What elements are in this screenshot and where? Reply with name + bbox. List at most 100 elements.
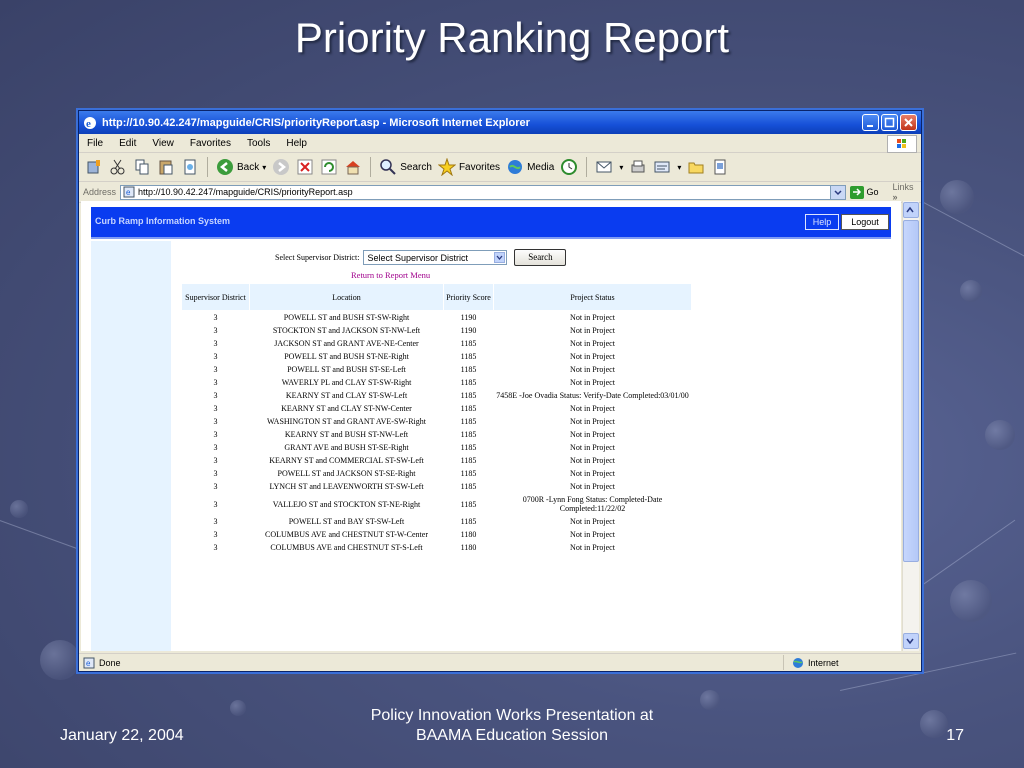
cell-district: 3 bbox=[213, 530, 218, 539]
edit-page-icon[interactable] bbox=[653, 158, 671, 176]
cut-icon[interactable] bbox=[109, 158, 127, 176]
maximize-button[interactable] bbox=[881, 114, 898, 131]
cell-district: 3 bbox=[213, 456, 218, 465]
cell-location: GRANT AVE and BUSH ST-SE-Right bbox=[284, 443, 409, 452]
scroll-up-button[interactable] bbox=[903, 202, 919, 218]
scroll-down-button[interactable] bbox=[903, 633, 919, 649]
menu-help[interactable]: Help bbox=[286, 138, 307, 149]
cell-location: POWELL ST and BUSH ST-NE-Right bbox=[284, 352, 409, 361]
history-icon[interactable] bbox=[560, 158, 578, 176]
back-dropdown-icon[interactable]: ▾ bbox=[262, 163, 266, 172]
back-label: Back bbox=[237, 161, 260, 173]
go-button[interactable]: Go bbox=[849, 185, 879, 199]
district-search-button[interactable]: Search bbox=[514, 249, 567, 266]
search-button[interactable]: Search bbox=[379, 158, 432, 176]
edit-icon[interactable] bbox=[85, 158, 103, 176]
cell-district: 3 bbox=[213, 326, 218, 335]
forward-arrow-icon[interactable] bbox=[272, 158, 290, 176]
table-row: 3 KEARNY ST and CLAY ST-SW-Left 1185 7458E … bbox=[182, 389, 692, 402]
cell-district: 3 bbox=[213, 443, 218, 452]
address-input[interactable]: e http://10.90.42.247/mapguide/CRIS/prio… bbox=[120, 184, 846, 200]
chevron-down-icon bbox=[834, 189, 842, 195]
browser-toolbar: Back ▾ Search Favorites Media ▾ ▾ bbox=[79, 153, 921, 182]
refresh-icon[interactable] bbox=[320, 158, 338, 176]
menu-tools[interactable]: Tools bbox=[247, 138, 270, 149]
maximize-icon bbox=[884, 117, 895, 128]
menu-favorites[interactable]: Favorites bbox=[190, 138, 231, 149]
cell-district: 3 bbox=[213, 417, 218, 426]
cell-project-status: Not in Project bbox=[570, 352, 615, 361]
address-dropdown-button[interactable] bbox=[829, 185, 845, 199]
table-row: 3 POWELL ST and BAY ST-SW-Left 1185 Not in … bbox=[182, 515, 692, 528]
cell-location: KEARNY ST and BUSH ST-NW-Left bbox=[284, 430, 409, 439]
back-button[interactable]: Back ▾ bbox=[216, 158, 266, 176]
cell-location: POWELL ST and BUSH ST-SE-Left bbox=[287, 365, 406, 374]
page-done-icon: e bbox=[83, 657, 95, 668]
cell-location: WAVERLY PL and CLAY ST-SW-Right bbox=[281, 378, 412, 387]
svg-text:e: e bbox=[86, 118, 91, 130]
cell-district: 3 bbox=[213, 365, 218, 374]
star-icon bbox=[437, 158, 456, 176]
cell-project-status: Not in Project bbox=[570, 339, 615, 348]
menu-edit[interactable]: Edit bbox=[119, 138, 136, 149]
cell-priority-score: 1185 bbox=[460, 391, 477, 400]
cell-location: POWELL ST and BAY ST-SW-Left bbox=[288, 517, 405, 526]
cell-priority-score: 1180 bbox=[460, 530, 477, 539]
help-button[interactable]: Help bbox=[805, 214, 839, 230]
cell-location: POWELL ST and BUSH ST-SW-Right bbox=[283, 313, 410, 322]
cell-priority-score: 1185 bbox=[460, 365, 477, 374]
cell-project-status: Not in Project bbox=[570, 378, 615, 387]
page-icon[interactable] bbox=[181, 158, 199, 176]
security-zone: Internet bbox=[783, 655, 839, 670]
status-text: Done bbox=[99, 657, 121, 668]
browser-title: http://10.90.42.247/mapguide/CRIS/priori… bbox=[102, 116, 530, 129]
logout-button[interactable]: Logout bbox=[841, 214, 889, 230]
minimize-button[interactable] bbox=[862, 114, 879, 131]
edit-dropdown-icon[interactable]: ▾ bbox=[677, 163, 681, 172]
media-button[interactable]: Media bbox=[506, 158, 554, 176]
links-label: Links bbox=[892, 182, 914, 192]
print-icon[interactable] bbox=[629, 158, 647, 176]
cell-project-status: 7458E -Joe Ovadia Status: Verify-Date Co… bbox=[496, 391, 689, 400]
table-row: 3 POWELL ST and BUSH ST-SE-Left 1185 Not in… bbox=[182, 363, 692, 376]
address-bar: Address e http://10.90.42.247/mapguide/C… bbox=[79, 182, 921, 203]
browser-window: e http://10.90.42.247/mapguide/CRIS/prio… bbox=[78, 110, 922, 672]
browser-titlebar[interactable]: e http://10.90.42.247/mapguide/CRIS/prio… bbox=[79, 111, 921, 134]
footer-date: January 22, 2004 bbox=[60, 727, 184, 744]
home-icon[interactable] bbox=[344, 158, 362, 176]
cell-district: 3 bbox=[213, 378, 218, 387]
table-row: 3 KEARNY ST and COMMERCIAL ST-SW-Left 1185… bbox=[182, 454, 692, 467]
scroll-thumb[interactable] bbox=[903, 220, 919, 562]
globe-icon bbox=[793, 657, 803, 668]
district-select[interactable]: Select Supervisor District bbox=[363, 250, 508, 265]
vertical-scrollbar[interactable] bbox=[902, 201, 919, 651]
cell-priority-score: 1185 bbox=[460, 443, 477, 452]
messenger-icon[interactable] bbox=[711, 158, 729, 176]
cell-location: JACKSON ST and GRANT AVE-NE-Center bbox=[274, 339, 419, 348]
table-row: 3 POWELL ST and JACKSON ST-SE-Right 1185 No… bbox=[182, 467, 692, 480]
left-sidebar bbox=[91, 241, 171, 651]
cell-priority-score: 1185 bbox=[460, 517, 477, 526]
menu-view[interactable]: View bbox=[152, 138, 174, 149]
cell-location: COLUMBUS AVE and CHESTNUT ST-S-Left bbox=[270, 543, 423, 552]
mail-icon[interactable] bbox=[595, 158, 613, 176]
cell-project-status: Not in Project bbox=[570, 456, 615, 465]
copy-icon[interactable] bbox=[133, 158, 151, 176]
stop-icon[interactable] bbox=[296, 158, 314, 176]
slide-title: Priority Ranking Report bbox=[294, 14, 730, 61]
return-to-report-menu-link[interactable]: Return to Report Menu bbox=[351, 270, 430, 280]
cell-project-status: Not in Project bbox=[570, 365, 615, 374]
table-row: 3 POWELL ST and BUSH ST-NE-Right 1185 Not i… bbox=[182, 350, 692, 363]
paste-icon[interactable] bbox=[157, 158, 175, 176]
cell-priority-score: 1185 bbox=[460, 482, 477, 491]
close-button[interactable] bbox=[900, 114, 917, 131]
mail-dropdown-icon[interactable]: ▾ bbox=[619, 163, 623, 172]
folder-icon[interactable] bbox=[687, 158, 705, 176]
zone-text: Internet bbox=[808, 657, 839, 668]
table-row: 3 KEARNY ST and CLAY ST-NW-Center 1185 Not … bbox=[182, 402, 692, 415]
cell-project-status: Not in Project bbox=[570, 443, 615, 452]
links-button[interactable]: Links » bbox=[893, 182, 921, 202]
menu-file[interactable]: File bbox=[87, 138, 103, 149]
chevron-down-icon[interactable] bbox=[494, 252, 506, 263]
favorites-button[interactable]: Favorites bbox=[437, 158, 500, 176]
